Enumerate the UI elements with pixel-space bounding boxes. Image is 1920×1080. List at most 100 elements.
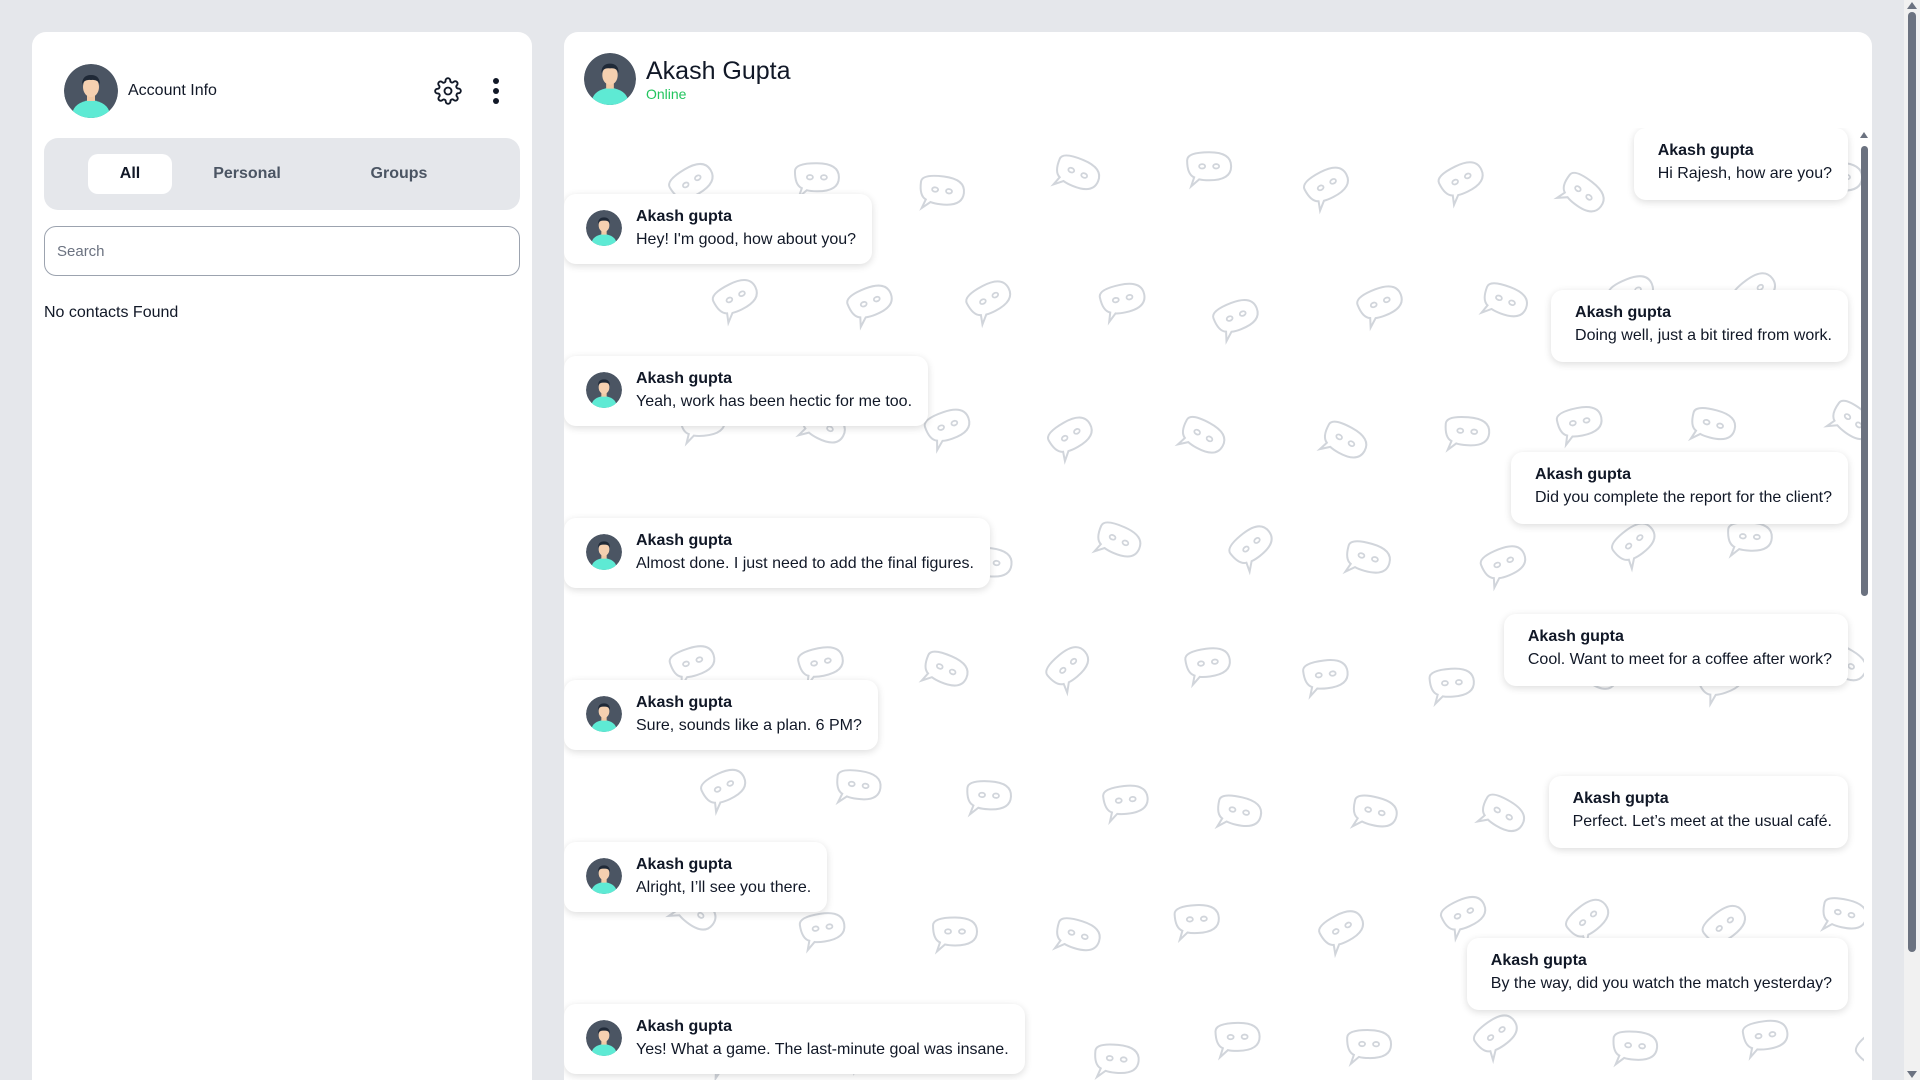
account-info-label[interactable]: Account Info bbox=[128, 82, 217, 100]
pattern-bubble-icon bbox=[1098, 282, 1146, 326]
search-input[interactable] bbox=[44, 226, 520, 276]
pattern-bubble-icon bbox=[1051, 917, 1101, 952]
outgoing-message[interactable]: Akash gupta Doing well, just a bit tired … bbox=[1551, 290, 1848, 362]
pattern-bubble-icon bbox=[711, 279, 758, 327]
pattern-bubble-icon bbox=[793, 162, 840, 201]
sender-avatar bbox=[586, 210, 622, 246]
user-avatar[interactable] bbox=[64, 64, 118, 118]
message-text: Doing well, just a bit tired from work. bbox=[1575, 327, 1832, 344]
incoming-message[interactable]: Akash gupta Alright, I’ll see you there. bbox=[564, 842, 828, 912]
pattern-bubble-icon bbox=[1302, 659, 1349, 700]
sidebar: Account Info All Personal Groups No cont… bbox=[32, 32, 532, 1080]
message-text: Perfect. Let’s meet at the usual café. bbox=[1572, 813, 1832, 830]
outgoing-message[interactable]: Akash gupta Cool. Want to meet for a coff… bbox=[1503, 614, 1848, 686]
outgoing-message[interactable]: Akash gupta Perfect. Let’s meet at the us… bbox=[1548, 776, 1848, 848]
outgoing-message[interactable]: Akash gupta By the way, did you watch the… bbox=[1466, 938, 1848, 1010]
scroll-down-arrow[interactable] bbox=[1907, 1071, 1917, 1078]
pattern-bubble-icon bbox=[1346, 1029, 1393, 1067]
message-text: Hey! I'm good, how about you? bbox=[636, 231, 857, 248]
pattern-bubble-icon bbox=[1047, 416, 1093, 465]
message-sender: Akash gupta bbox=[1657, 142, 1754, 159]
gear-icon bbox=[434, 77, 462, 105]
incoming-message[interactable]: Akash gupta Yeah, work has been hectic fo… bbox=[564, 356, 929, 426]
sender-avatar bbox=[586, 534, 622, 570]
contact-meta: Akash Gupta Online bbox=[646, 56, 791, 102]
pattern-bubble-icon bbox=[846, 284, 893, 331]
header-actions bbox=[432, 75, 512, 107]
pattern-bubble-icon bbox=[965, 280, 1012, 329]
contact-filter-tabs: All Personal Groups bbox=[44, 138, 520, 210]
sender-avatar bbox=[586, 858, 622, 894]
pattern-bubble-icon bbox=[1687, 407, 1737, 442]
message-text: Yes! What a game. The last-minute goal w… bbox=[636, 1041, 1009, 1058]
sender-avatar bbox=[586, 372, 622, 408]
message-text: Hi Rajesh, how are you? bbox=[1657, 165, 1832, 182]
message-sender: Akash gupta bbox=[1572, 790, 1669, 807]
pattern-bubble-icon bbox=[1437, 161, 1484, 209]
pattern-bubble-icon bbox=[1228, 525, 1273, 576]
pattern-bubble-icon bbox=[1612, 1030, 1659, 1068]
pattern-bubble-icon bbox=[798, 912, 846, 954]
empty-contacts-message: No contacts Found bbox=[44, 304, 179, 321]
pattern-bubble-icon bbox=[1444, 415, 1491, 453]
contact-name: Akash Gupta bbox=[646, 57, 791, 85]
incoming-message[interactable]: Akash gupta Hey! I'm good, how about you? bbox=[564, 194, 873, 264]
tab-all[interactable]: All bbox=[88, 154, 172, 194]
message-sender: Akash gupta bbox=[636, 208, 733, 225]
page-scroll-thumb[interactable] bbox=[1908, 12, 1916, 952]
pattern-bubble-icon bbox=[1045, 646, 1090, 697]
pattern-bubble-icon bbox=[1472, 1014, 1518, 1065]
pattern-bubble-icon bbox=[1479, 545, 1527, 592]
chat-panel: Akash Gupta Online Akash gupta Hi Rajesh,… bbox=[564, 32, 1872, 1080]
pattern-bubble-icon bbox=[1356, 285, 1403, 332]
message-sender: Akash gupta bbox=[1534, 466, 1631, 483]
tab-groups[interactable]: Groups bbox=[334, 154, 464, 194]
pattern-bubble-icon bbox=[1611, 522, 1656, 573]
scroll-up-arrow[interactable] bbox=[1907, 2, 1917, 9]
incoming-message[interactable]: Akash gupta Almost done. I just need to a… bbox=[564, 518, 990, 588]
page-scrollbar[interactable] bbox=[1904, 0, 1920, 1080]
more-options-button[interactable] bbox=[480, 75, 512, 107]
incoming-message[interactable]: Akash gupta Sure, sounds like a plan. 6 P… bbox=[564, 680, 878, 750]
settings-button[interactable] bbox=[432, 75, 464, 107]
message-text: Yeah, work has been hectic for me too. bbox=[636, 393, 913, 410]
pattern-bubble-icon bbox=[1091, 521, 1142, 558]
outgoing-message[interactable]: Akash gupta Did you complete the report f… bbox=[1510, 452, 1848, 524]
contact-avatar[interactable] bbox=[584, 53, 636, 105]
chat-scrollbar[interactable] bbox=[1858, 132, 1870, 1080]
pattern-bubble-icon bbox=[1186, 151, 1233, 190]
pattern-bubble-icon bbox=[1727, 521, 1773, 559]
pattern-bubble-icon bbox=[966, 780, 1012, 818]
message-text: By the way, did you watch the match yest… bbox=[1490, 975, 1832, 992]
message-sender: Akash gupta bbox=[636, 370, 733, 387]
message-sender: Akash gupta bbox=[1575, 304, 1672, 321]
pattern-bubble-icon bbox=[1214, 1021, 1261, 1061]
pattern-bubble-icon bbox=[1214, 794, 1263, 830]
message-sender: Akash gupta bbox=[1527, 628, 1624, 645]
message-sender: Akash gupta bbox=[636, 694, 733, 711]
outgoing-message[interactable]: Akash gupta Hi Rajesh, how are you? bbox=[1633, 128, 1848, 200]
pattern-bubble-icon bbox=[1474, 793, 1526, 833]
sender-avatar bbox=[586, 1020, 622, 1056]
message-text: Did you complete the report for the clie… bbox=[1534, 489, 1832, 506]
pattern-bubble-icon bbox=[918, 650, 969, 687]
tab-personal[interactable]: Personal bbox=[182, 154, 312, 194]
incoming-message[interactable]: Akash gupta Yes! What a game. The last-mi… bbox=[564, 1004, 1025, 1074]
contact-status: Online bbox=[646, 86, 687, 102]
pattern-bubble-icon bbox=[1174, 415, 1226, 454]
pattern-bubble-icon bbox=[1050, 154, 1101, 191]
pattern-bubble-icon bbox=[1094, 1043, 1140, 1080]
pattern-bubble-icon bbox=[1555, 406, 1603, 449]
message-list[interactable]: Akash gupta Hi Rajesh, how are you? Akash … bbox=[564, 128, 1864, 1080]
message-sender: Akash gupta bbox=[636, 856, 733, 873]
message-sender: Akash gupta bbox=[636, 532, 733, 549]
message-sender: Akash gupta bbox=[1490, 952, 1587, 969]
pattern-bubble-icon bbox=[1741, 1019, 1789, 1061]
chat-scroll-thumb[interactable] bbox=[1861, 146, 1868, 596]
chat-header: Akash Gupta Online bbox=[584, 52, 791, 106]
pattern-bubble-icon bbox=[1318, 910, 1365, 959]
chat-scroll-up-arrow[interactable] bbox=[1860, 132, 1868, 138]
pattern-bubble-icon bbox=[1303, 166, 1349, 215]
pattern-bubble-icon bbox=[1212, 299, 1259, 345]
message-text: Almost done. I just need to add the fina… bbox=[636, 555, 974, 572]
